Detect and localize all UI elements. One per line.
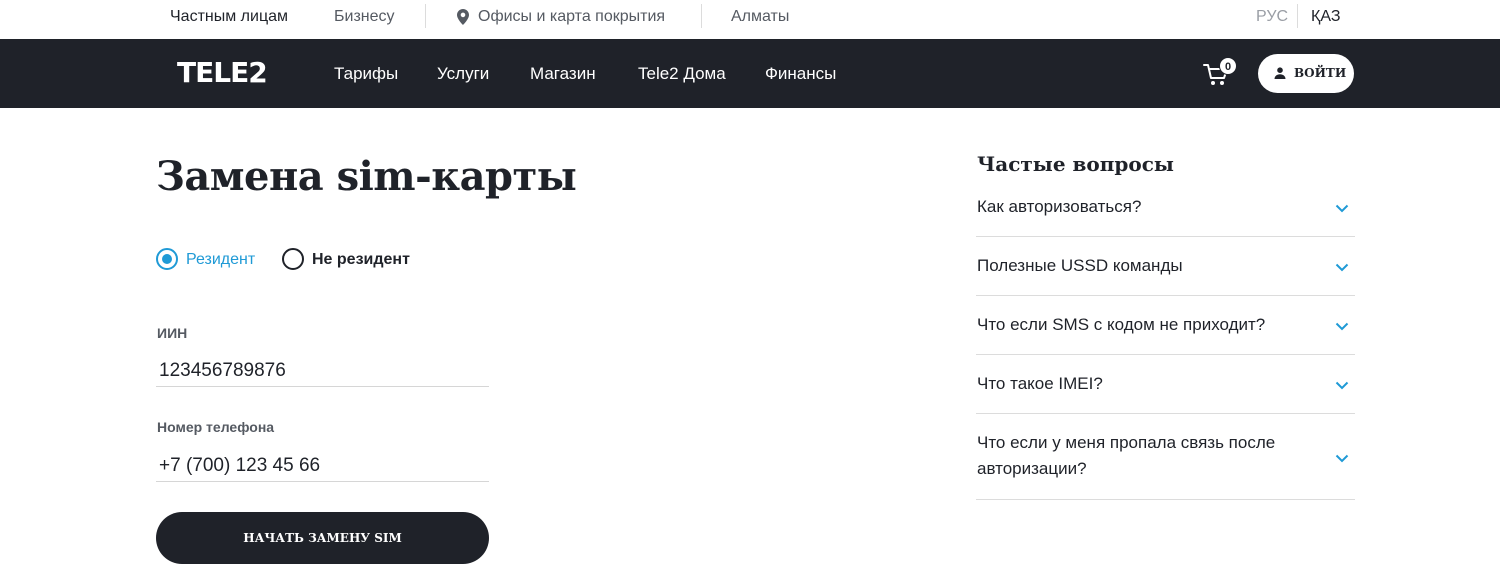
segment-business[interactable]: Бизнесу [334,8,395,26]
city-selector[interactable]: Алматы [731,8,789,26]
cart-count-badge: 0 [1219,57,1237,75]
faq-question: Как авторизоваться? [977,197,1142,216]
chevron-down-icon [1335,204,1349,213]
chevron-down-icon [1335,454,1349,463]
lang-ru[interactable]: РУС [1256,8,1288,26]
faq-title: Частые вопросы [977,152,1174,176]
faq-question: Полезные USSD команды [977,256,1183,275]
radio-circle [156,248,178,270]
faq-item[interactable]: Полезные USSD команды [976,237,1355,296]
location-pin-icon [457,9,469,25]
radio-nonresident-label: Не резидент [312,251,410,268]
faq-question: Что если SMS с кодом не приходит? [977,315,1266,334]
divider [1297,4,1298,28]
faq-item[interactable]: Что если SMS с кодом не приходит? [976,296,1355,355]
phone-label: Номер телефона [157,419,275,435]
main-navbar: TELE2 Тарифы Услуги Магазин Tele2 Дома Ф… [0,39,1500,108]
faq-question: Что если у меня пропала связь после авто… [977,433,1276,478]
phone-input[interactable] [156,450,489,482]
iin-label: ИИН [157,325,188,341]
page-title: Замена sim-карты [156,153,577,200]
chevron-down-icon [1335,322,1349,331]
segment-private[interactable]: Частным лицам [170,8,288,26]
chevron-down-icon [1335,381,1349,390]
login-label: ВОЙТИ [1294,66,1347,80]
nav-finance[interactable]: Финансы [765,64,836,84]
tele2-logo[interactable]: TELE2 [177,57,268,89]
offices-map-link[interactable]: Офисы и карта покрытия [478,8,665,26]
user-icon [1274,67,1286,79]
divider [425,4,426,28]
faq-item[interactable]: Как авторизоваться? [976,186,1355,237]
iin-input[interactable] [156,355,489,387]
nav-tariffs[interactable]: Тарифы [334,64,398,84]
chevron-down-icon [1335,263,1349,272]
divider [701,4,702,28]
top-utility-bar: Частным лицам Бизнесу Офисы и карта покр… [0,0,1500,39]
radio-circle [282,248,304,270]
lang-kz[interactable]: ҚАЗ [1311,8,1340,26]
start-sim-replacement-button[interactable]: НАЧАТЬ ЗАМЕНУ SIM [156,512,489,564]
nav-shop[interactable]: Магазин [530,64,596,84]
radio-resident-label: Резидент [186,251,256,268]
nav-tele2-home[interactable]: Tele2 Дома [638,64,726,84]
nav-services[interactable]: Услуги [437,64,489,84]
faq-item[interactable]: Что такое IMEI? [976,355,1355,414]
login-button[interactable]: ВОЙТИ [1258,54,1354,93]
faq-question: Что такое IMEI? [977,374,1103,393]
faq-item[interactable]: Что если у меня пропала связь после авто… [976,414,1355,500]
